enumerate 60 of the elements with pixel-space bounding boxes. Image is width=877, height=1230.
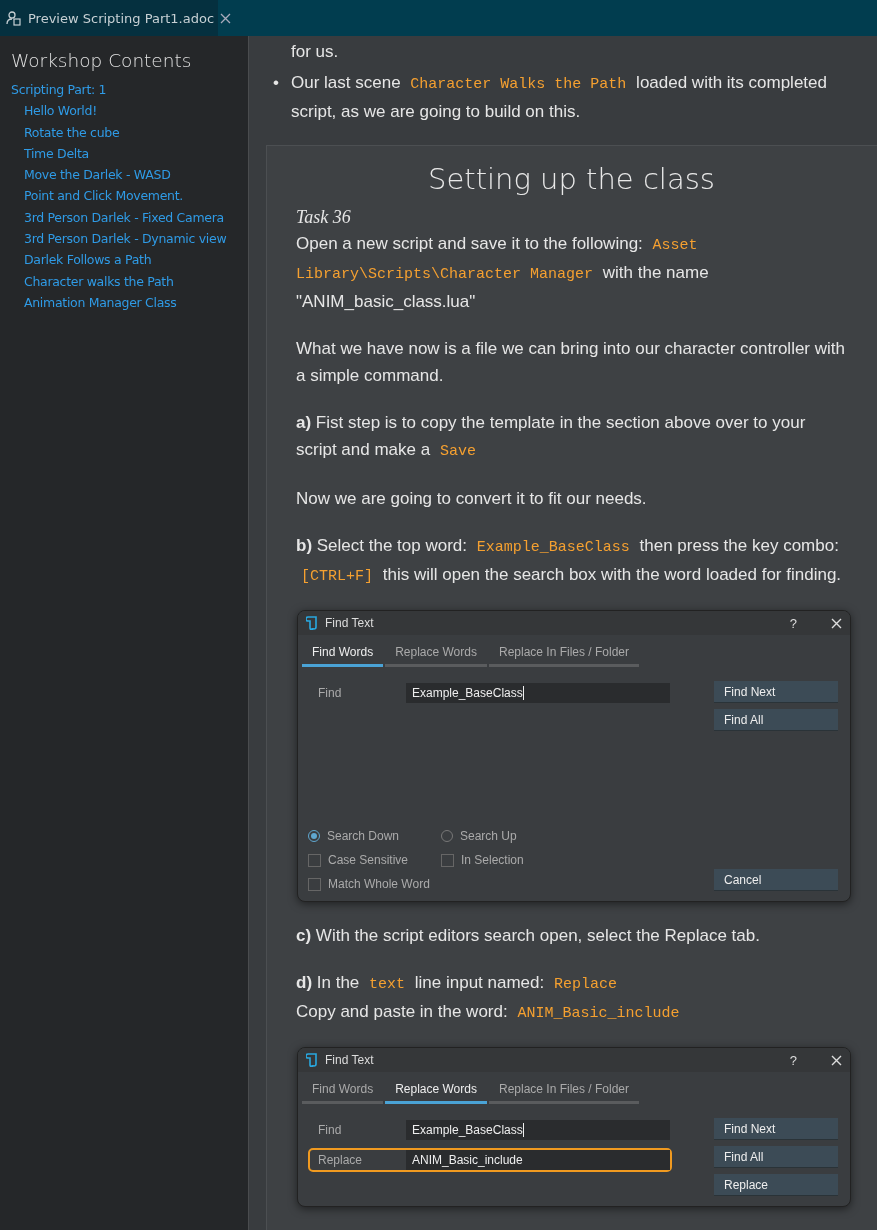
paragraph: b) Select the top word: Example_BaseClass then press the key combo: [CTRL+F] this will open the search box with the word loaded for finding. — [296, 535, 843, 587]
checkbox[interactable] — [308, 853, 321, 867]
text-input-field[interactable]: ANIM_Basic_include — [406, 1150, 670, 1170]
option-label: Search Down — [327, 829, 400, 843]
close-icon[interactable] — [831, 617, 842, 629]
scroll-icon — [306, 616, 319, 630]
field-label: Find — [318, 1123, 343, 1137]
checkbox[interactable] — [441, 853, 454, 867]
dialog-tab[interactable]: Replace Words — [385, 1078, 487, 1104]
document-icon — [6, 10, 22, 26]
option-label: Search Up — [460, 829, 517, 843]
contents-link[interactable]: Scripting Part: 1 — [11, 80, 107, 101]
contents-link[interactable]: Hello World! — [24, 101, 97, 122]
contents-link[interactable]: 3rd Person Darlek - Dynamic view — [24, 229, 227, 250]
field-label: Replace — [318, 1153, 364, 1167]
bullet-item: • Our last scene Character Walks the Path loaded with its completed script, as we are going to build on this. — [273, 72, 828, 123]
contents-link[interactable]: Character walks the Path — [24, 271, 174, 292]
dialog-button[interactable]: Find All — [714, 1146, 838, 1168]
contents-link[interactable]: Darlek Follows a Path — [24, 250, 152, 271]
dialog-button[interactable]: Find Next — [714, 681, 838, 703]
contents-link[interactable]: Time Delta — [24, 143, 89, 165]
text-input-field[interactable]: Example_BaseClass — [406, 1120, 670, 1140]
paragraph: Open a new script and save it to the following: Asset Library\Scripts\Character Manager with the name "ANIM_basic_class.lua" — [296, 233, 710, 313]
tab-title: Preview Scripting Part1.adoc — [28, 10, 215, 26]
dialog-tab[interactable]: Replace In Files / Folder — [488, 641, 640, 667]
help-button[interactable]: ? — [789, 615, 797, 631]
dialog-title: Find Text — [325, 1053, 375, 1067]
sidebar-title: Workshop Contents — [11, 50, 193, 71]
help-button[interactable]: ? — [789, 1052, 797, 1068]
option-label: Match Whole Word — [328, 877, 430, 891]
dialog-tab[interactable]: Replace Words — [385, 641, 487, 667]
dialog-button[interactable]: Find Next — [714, 1118, 838, 1140]
section-title: Setting up the class — [427, 162, 716, 196]
scroll-icon — [306, 1053, 319, 1067]
contents-link[interactable]: Move the Darlek - WASD — [24, 165, 171, 186]
paragraph: d) In the text line input named: Replace Copy and paste in the word: ANIM_Basic_include — [296, 972, 681, 1024]
field-label: Find — [318, 686, 343, 700]
contents-link[interactable]: Point and Click Movement. — [24, 186, 183, 207]
contents-link[interactable]: Animation Manager Class — [24, 292, 177, 314]
task-label: Task 36 — [296, 206, 352, 229]
paragraph: a) Fist step is to copy the template in the section above over to your script and make a Save — [296, 412, 807, 462]
dialog-tab[interactable]: Replace In Files / Folder — [488, 1078, 640, 1104]
option-label: In Selection — [461, 853, 524, 867]
contents-link[interactable]: 3rd Person Darlek - Fixed Camera — [24, 207, 224, 229]
checkbox[interactable] — [308, 877, 321, 891]
cancel-button[interactable]: Cancel — [714, 869, 838, 891]
paragraph: c) With the script editors search open, select the Replace tab. — [296, 925, 761, 947]
dialog-tab[interactable]: Find Words — [302, 1078, 384, 1104]
dialog-title: Find Text — [325, 616, 375, 630]
paragraph: for us. — [290, 41, 340, 63]
dialog-tab[interactable]: Find Words — [302, 641, 384, 667]
option-label: Case Sensitive — [328, 853, 409, 867]
dialog-button[interactable]: Find All — [714, 709, 838, 731]
close-icon[interactable] — [831, 1054, 842, 1066]
paragraph: What we have now is a file we can bring into our character controller with a simple command. — [296, 338, 846, 387]
contents-link[interactable]: Rotate the cube — [24, 122, 120, 143]
text-input-field[interactable]: Example_BaseClass — [406, 683, 670, 703]
dialog-button[interactable]: Replace — [714, 1174, 838, 1196]
close-icon[interactable] — [220, 12, 232, 24]
paragraph: Now we are going to convert it to fit our needs. — [296, 488, 648, 510]
